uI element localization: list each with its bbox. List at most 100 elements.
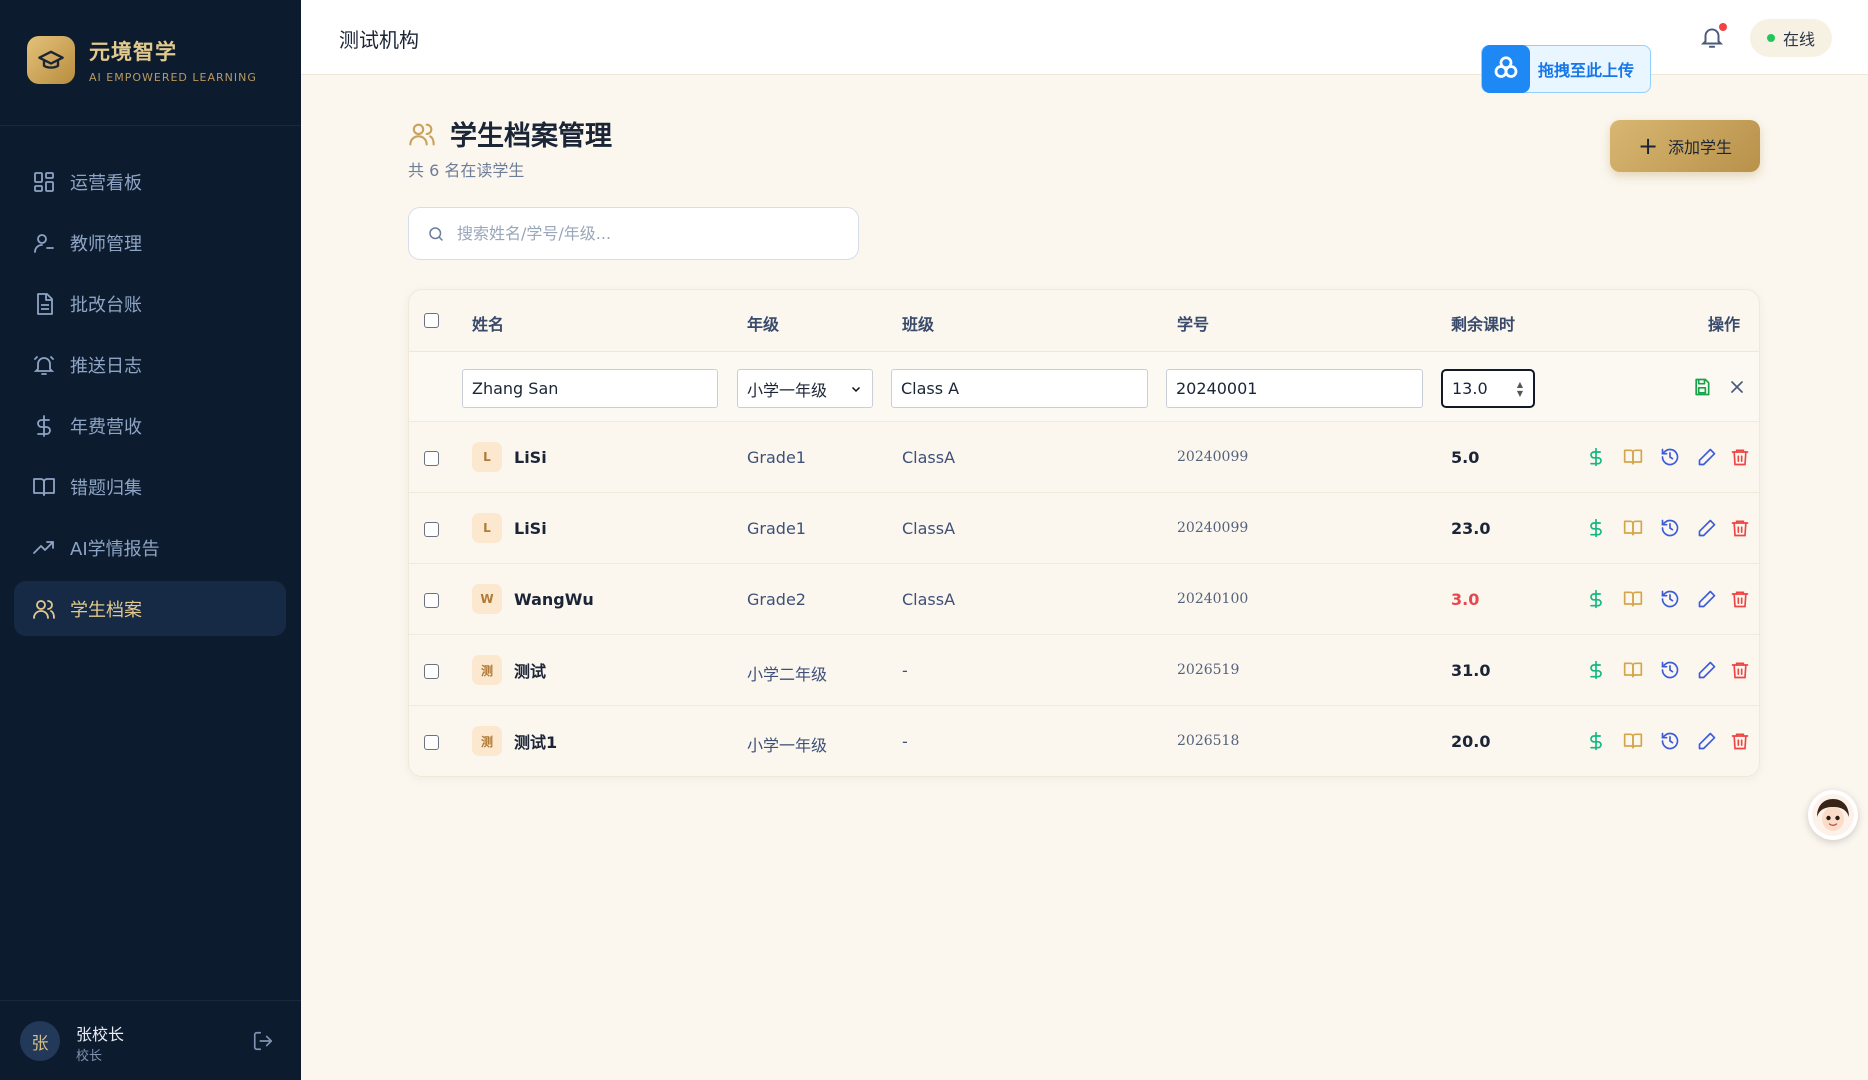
- user-name: 张校长: [76, 1025, 125, 1044]
- status-badge[interactable]: 在线: [1750, 19, 1832, 57]
- book-icon[interactable]: [1623, 447, 1643, 467]
- student-name: LiSi: [514, 518, 547, 538]
- sidebar-item-dashboard[interactable]: 运营看板: [14, 154, 286, 209]
- student-name: LiSi: [514, 447, 547, 467]
- table-row[interactable]: 测测试1 小学一年级 - 2026518 20.0: [409, 706, 1759, 776]
- student-grade: Grade1: [747, 519, 806, 538]
- row-checkbox[interactable]: [424, 593, 439, 608]
- student-initial: 测: [472, 726, 502, 756]
- ai-assistant-avatar[interactable]: [1808, 790, 1858, 840]
- dollar-icon[interactable]: [1586, 589, 1606, 609]
- trash-icon[interactable]: [1730, 518, 1750, 538]
- book-icon[interactable]: [1623, 731, 1643, 751]
- student-count: 共 6 名在读学生: [408, 161, 525, 180]
- student-name: WangWu: [514, 589, 594, 609]
- edit-hours-value: 13.0: [1452, 379, 1488, 398]
- brand[interactable]: 元境智学 AI EMPOWERED LEARNING: [27, 36, 257, 84]
- student-initial: 测: [472, 655, 502, 685]
- book-icon[interactable]: [1623, 589, 1643, 609]
- edit-grade-select[interactable]: 小学一年级: [737, 369, 873, 408]
- sidebar-item-revenue[interactable]: 年费营收: [14, 398, 286, 453]
- sidebar-item-label: AI学情报告: [70, 538, 160, 560]
- dollar-icon[interactable]: [1586, 660, 1606, 680]
- row-checkbox[interactable]: [424, 664, 439, 679]
- edit-name-input[interactable]: Zhang San: [462, 369, 718, 408]
- student-id: 2026519: [1177, 662, 1240, 678]
- online-dot: [1766, 34, 1775, 42]
- column-class[interactable]: 班级: [902, 311, 934, 335]
- student-class: ClassA: [902, 519, 956, 538]
- edit-id-input[interactable]: 20240001: [1166, 369, 1423, 408]
- student-name: 测试1: [514, 733, 558, 752]
- edit-icon[interactable]: [1697, 589, 1717, 609]
- table-row[interactable]: L LiSi Grade1 ClassA 20240099 23.0: [409, 493, 1759, 564]
- students-table: 姓名 年级 班级 学号 剩余课时 操作 Zhang San 小学一年级 Clas…: [408, 289, 1760, 777]
- history-icon[interactable]: [1660, 447, 1680, 467]
- trash-icon[interactable]: [1730, 660, 1750, 680]
- history-icon[interactable]: [1660, 589, 1680, 609]
- sidebar-item-teachers[interactable]: 教师管理: [14, 215, 286, 270]
- student-grade: 小学一年级: [747, 736, 828, 755]
- page-title: 学生档案管理: [450, 121, 612, 152]
- trash-icon[interactable]: [1730, 731, 1750, 751]
- avatar[interactable]: 张: [20, 1021, 60, 1061]
- edit-icon[interactable]: [1697, 518, 1717, 538]
- edit-icon[interactable]: [1697, 731, 1717, 751]
- logout-icon[interactable]: [252, 1030, 274, 1052]
- column-grade[interactable]: 年级: [747, 311, 779, 335]
- remaining-hours: 31.0: [1451, 661, 1491, 680]
- table-row-editing: Zhang San 小学一年级 Class A 20240001 13.0 ▲ ▼: [409, 352, 1759, 422]
- student-grade: 小学二年级: [747, 665, 828, 684]
- edit-icon[interactable]: [1697, 447, 1717, 467]
- add-student-button[interactable]: + 添加学生: [1610, 120, 1760, 172]
- book-icon[interactable]: [1623, 518, 1643, 538]
- cloud-upload-icon: [1482, 45, 1530, 93]
- edit-hours-input[interactable]: 13.0 ▲ ▼: [1441, 369, 1535, 408]
- row-checkbox[interactable]: [424, 735, 439, 750]
- save-icon[interactable]: [1692, 377, 1712, 397]
- users-icon: [409, 123, 435, 146]
- table-row[interactable]: L LiSi Grade1 ClassA 20240099 5.0: [409, 422, 1759, 493]
- edit-icon[interactable]: [1697, 660, 1717, 680]
- student-name: 测试: [514, 662, 547, 681]
- status-text: 在线: [1782, 30, 1815, 49]
- dollar-icon[interactable]: [1586, 731, 1606, 751]
- student-id: 20240099: [1177, 449, 1249, 465]
- sidebar-item-mistakes[interactable]: 错题归集: [14, 459, 286, 514]
- stepper-arrows-icon[interactable]: ▲ ▼: [1517, 380, 1523, 398]
- page-heading: 学生档案管理: [408, 114, 612, 153]
- history-icon[interactable]: [1660, 660, 1680, 680]
- close-icon[interactable]: [1727, 377, 1747, 397]
- row-checkbox[interactable]: [424, 451, 439, 466]
- column-id[interactable]: 学号: [1177, 311, 1209, 335]
- trash-icon[interactable]: [1730, 447, 1750, 467]
- sidebar-item-grading[interactable]: 批改台账: [14, 276, 286, 331]
- column-name[interactable]: 姓名: [472, 311, 504, 335]
- sidebar-item-push-log[interactable]: 推送日志: [14, 337, 286, 392]
- search-input[interactable]: [457, 224, 827, 243]
- dollar-icon[interactable]: [1586, 447, 1606, 467]
- sidebar-item-students[interactable]: 学生档案: [14, 581, 286, 636]
- dollar-icon[interactable]: [1586, 518, 1606, 538]
- sidebar-item-label: 推送日志: [70, 355, 142, 377]
- history-icon[interactable]: [1660, 731, 1680, 751]
- table-row[interactable]: 测测试 小学二年级 - 2026519 31.0: [409, 635, 1759, 706]
- select-all-checkbox[interactable]: [424, 313, 439, 328]
- edit-class-input[interactable]: Class A: [891, 369, 1148, 408]
- row-checkbox[interactable]: [424, 522, 439, 537]
- notification-dot: [1719, 23, 1727, 31]
- table-row[interactable]: W WangWu Grade2 ClassA 20240100 3.0: [409, 564, 1759, 635]
- remaining-hours: 5.0: [1451, 448, 1480, 467]
- history-icon[interactable]: [1660, 518, 1680, 538]
- sidebar-item-label: 运营看板: [70, 172, 142, 194]
- upload-dropzone[interactable]: 拖拽至此上传: [1481, 45, 1651, 93]
- student-class: -: [902, 732, 908, 751]
- add-student-label: 添加学生: [1668, 138, 1733, 157]
- trash-icon[interactable]: [1730, 589, 1750, 609]
- graduation-cap-icon: [27, 36, 75, 84]
- column-hours[interactable]: 剩余课时: [1451, 311, 1515, 335]
- user-icon: [34, 233, 54, 253]
- dollar-icon: [37, 414, 51, 437]
- sidebar-item-ai-report[interactable]: AI学情报告: [14, 520, 286, 575]
- book-icon[interactable]: [1623, 660, 1643, 680]
